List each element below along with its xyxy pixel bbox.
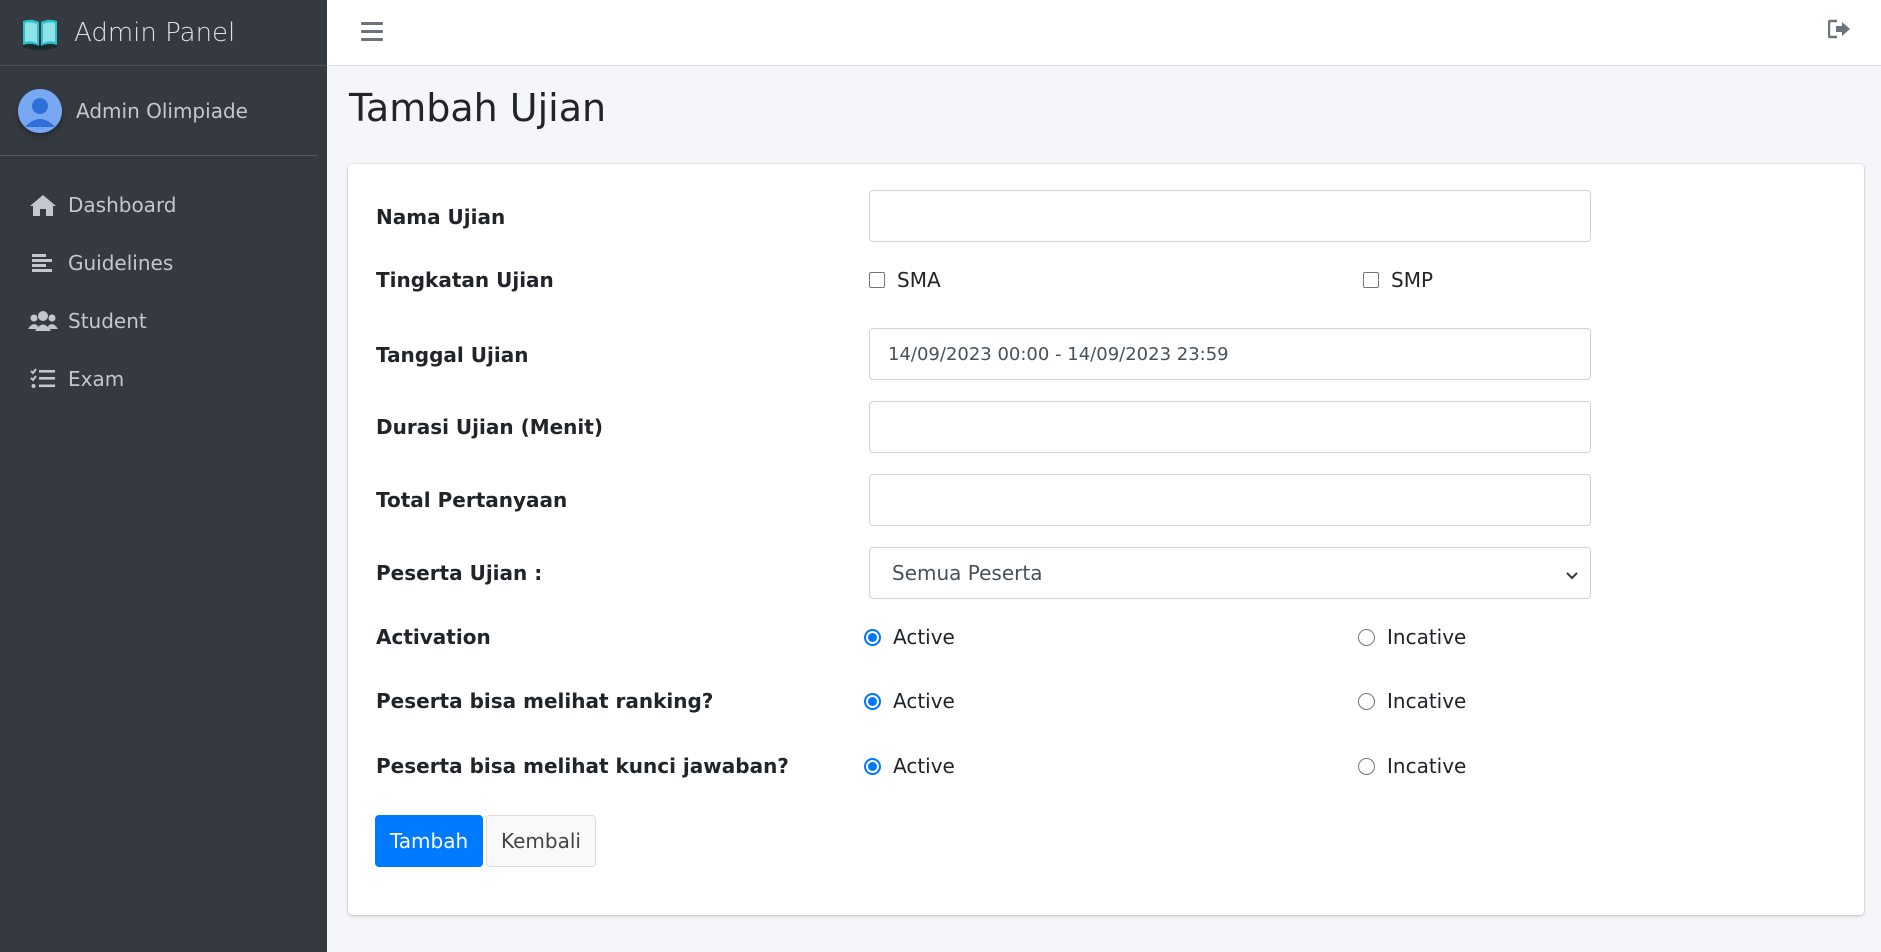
tanggal-ujian-input[interactable] xyxy=(869,328,1591,380)
avatar xyxy=(18,88,62,133)
users-icon xyxy=(28,308,58,334)
align-left-icon xyxy=(28,250,58,276)
nama-ujian-label: Nama Ujian xyxy=(376,205,506,229)
nama-ujian-input[interactable] xyxy=(869,190,1591,242)
kunci-jawaban-label: Peserta bisa melihat kunci jawaban? xyxy=(376,754,789,778)
kunci-inactive-radio[interactable]: Incative xyxy=(1358,754,1466,778)
radio-button[interactable] xyxy=(864,757,881,775)
select-value: Semua Peserta xyxy=(892,561,1043,585)
chevron-down-icon xyxy=(1564,564,1580,580)
radio-button[interactable] xyxy=(1358,692,1375,710)
tingkatan-ujian-label: Tingkatan Ujian xyxy=(376,268,554,292)
user-name: Admin Olimpiade xyxy=(76,98,248,123)
activation-active-radio[interactable]: Active xyxy=(864,625,955,649)
radio-label: Active xyxy=(893,689,955,713)
radio-label: Incative xyxy=(1387,625,1467,649)
radio-label: Incative xyxy=(1387,754,1467,778)
checkbox-box[interactable] xyxy=(1363,272,1379,288)
radio-button[interactable] xyxy=(864,628,881,646)
radio-button[interactable] xyxy=(1358,628,1375,646)
sidebar-item-student[interactable]: Student xyxy=(0,292,327,350)
kembali-button[interactable]: Kembali xyxy=(486,815,596,867)
brand-title: Admin Panel xyxy=(74,17,236,48)
sidebar-item-exam[interactable]: Exam xyxy=(0,350,327,408)
list-check-icon xyxy=(28,366,58,392)
ranking-label: Peserta bisa melihat ranking? xyxy=(376,689,714,713)
total-pertanyaan-label: Total Pertanyaan xyxy=(376,488,568,512)
tambah-button[interactable]: Tambah xyxy=(375,815,483,867)
checkbox-label: SMP xyxy=(1391,268,1434,292)
tingkatan-sma-checkbox[interactable]: SMA xyxy=(869,268,941,292)
exam-form-card: Nama Ujian Tingkatan Ujian SMA SMP Tangg… xyxy=(348,164,1864,915)
peserta-ujian-select[interactable]: Semua Peserta xyxy=(869,547,1591,599)
sign-out-icon[interactable] xyxy=(1825,14,1855,44)
sidebar-item-label: Exam xyxy=(68,367,125,391)
checkbox-label: SMA xyxy=(897,268,941,292)
durasi-ujian-label: Durasi Ujian (Menit) xyxy=(376,415,603,439)
activation-inactive-radio[interactable]: Incative xyxy=(1358,625,1466,649)
ranking-active-radio[interactable]: Active xyxy=(864,689,955,713)
sidebar: Admin Panel Admin Olimpiade Dashboard Gu… xyxy=(0,0,327,952)
sidebar-item-dashboard[interactable]: Dashboard xyxy=(0,176,327,234)
activation-label: Activation xyxy=(376,625,491,649)
hamburger-icon[interactable] xyxy=(357,16,387,46)
user-panel[interactable]: Admin Olimpiade xyxy=(0,66,317,156)
tanggal-ujian-label: Tanggal Ujian xyxy=(376,343,529,367)
tingkatan-smp-checkbox[interactable]: SMP xyxy=(1363,268,1433,292)
sidebar-item-guidelines[interactable]: Guidelines xyxy=(0,234,327,292)
sidebar-item-label: Student xyxy=(68,309,147,333)
radio-button[interactable] xyxy=(1358,757,1375,775)
peserta-ujian-label: Peserta Ujian : xyxy=(376,561,543,585)
radio-label: Active xyxy=(893,754,955,778)
durasi-ujian-input[interactable] xyxy=(869,401,1591,453)
sidebar-item-label: Guidelines xyxy=(68,251,174,275)
sidebar-item-label: Dashboard xyxy=(68,193,177,217)
book-logo-icon xyxy=(20,13,60,53)
checkbox-box[interactable] xyxy=(869,272,885,288)
home-icon xyxy=(28,192,58,218)
radio-label: Incative xyxy=(1387,689,1467,713)
sidebar-nav: Dashboard Guidelines Student Exam xyxy=(0,176,327,408)
user-avatar-icon xyxy=(18,88,62,133)
brand[interactable]: Admin Panel xyxy=(0,0,327,66)
radio-button[interactable] xyxy=(864,692,881,710)
page-title: Tambah Ujian xyxy=(349,86,607,130)
ranking-inactive-radio[interactable]: Incative xyxy=(1358,689,1466,713)
kunci-active-radio[interactable]: Active xyxy=(864,754,955,778)
total-pertanyaan-input[interactable] xyxy=(869,474,1591,526)
top-navbar xyxy=(327,0,1881,66)
radio-label: Active xyxy=(893,625,955,649)
